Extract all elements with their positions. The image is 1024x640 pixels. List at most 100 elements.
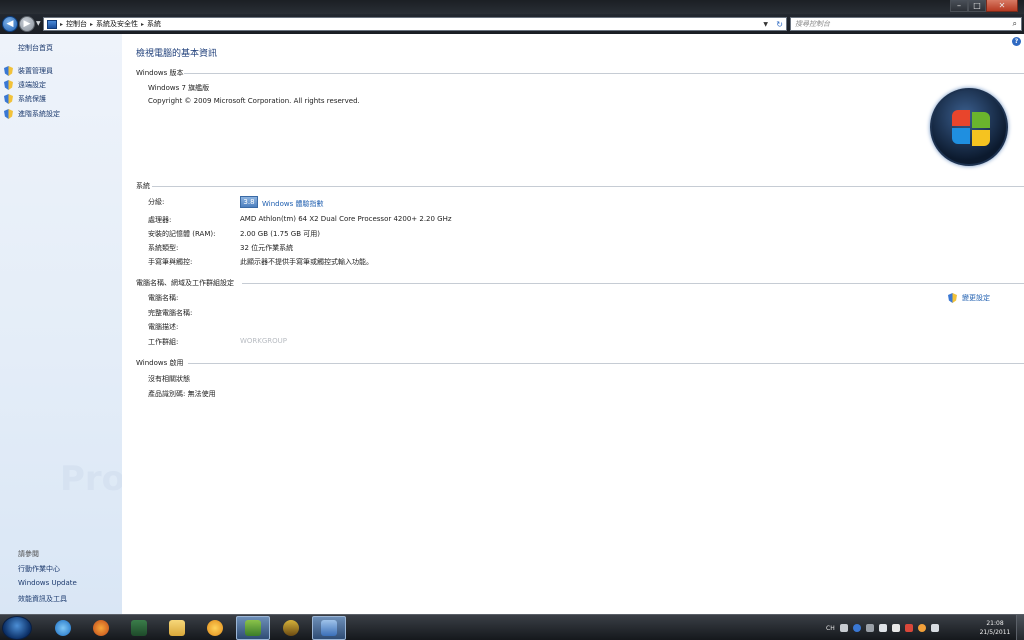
section-divider <box>152 186 1024 187</box>
refresh-icon[interactable]: ↻ <box>776 20 783 29</box>
address-dropdown-icon[interactable]: ▼ <box>763 21 768 28</box>
system-tray: CH <box>826 619 939 637</box>
system-heading: 系統 <box>136 182 150 190</box>
control-panel-home-link[interactable]: 控制台首頁 <box>18 43 53 53</box>
taskbar-control-panel[interactable] <box>312 616 346 640</box>
forward-button[interactable]: ▶ <box>19 16 35 32</box>
search-icon[interactable]: ⌕ <box>1013 19 1017 29</box>
start-button[interactable] <box>2 616 32 640</box>
search-box[interactable]: ⌕ <box>790 17 1022 31</box>
taskbar-firefox[interactable] <box>84 616 118 640</box>
address-bar[interactable]: ▸ 控制台 ▸ 系統及安全性 ▸ 系統 ▼ ↻ <box>43 17 787 31</box>
flag-icon[interactable] <box>904 624 913 632</box>
system-type-label: 系統類型: <box>148 244 179 252</box>
firefox-icon <box>93 620 109 636</box>
breadcrumb-system[interactable]: 系統 <box>147 19 161 29</box>
experience-index-link[interactable]: Windows 體驗指數 <box>262 199 323 209</box>
control-panel-icon <box>47 19 57 29</box>
section-divider <box>242 283 1024 284</box>
taskbar-app-active[interactable] <box>236 616 270 640</box>
search-input[interactable] <box>795 20 995 28</box>
smiley-icon <box>207 620 223 636</box>
workgroup-label: 工作群組: <box>148 338 179 346</box>
window-titlebar: – □ ✕ <box>0 0 1024 14</box>
taskbar-app[interactable] <box>274 616 308 640</box>
task-label: 系統保護 <box>18 95 46 103</box>
maximize-button[interactable]: □ <box>968 0 986 12</box>
network-icon[interactable] <box>878 624 887 632</box>
uac-shield-icon <box>4 109 13 119</box>
uac-shield-icon <box>4 66 13 76</box>
task-advanced-system-settings[interactable]: 進階系統設定 <box>4 109 60 119</box>
chevron-right-icon[interactable]: ▸ <box>90 21 93 28</box>
breadcrumb-system-security[interactable]: 系統及安全性 <box>96 19 138 29</box>
recent-pages-dropdown-icon[interactable]: ▼ <box>36 20 41 27</box>
task-device-manager[interactable]: 裝置管理員 <box>4 66 53 76</box>
pen-touch-label: 手寫筆與觸控: <box>148 258 193 266</box>
taskbar-explorer[interactable] <box>160 616 194 640</box>
tray-overflow-icon[interactable] <box>865 624 874 632</box>
chevron-right-icon[interactable]: ▸ <box>60 21 63 28</box>
monitor-icon <box>131 620 147 636</box>
close-button[interactable]: ✕ <box>986 0 1018 12</box>
clock-time: 21:08 <box>986 620 1004 627</box>
activation-heading: Windows 啟用 <box>136 359 184 367</box>
task-label: 遠端設定 <box>18 81 46 89</box>
computer-name-label: 電腦名稱: <box>148 294 179 302</box>
internet-explorer-icon <box>55 620 71 636</box>
rating-label: 分級: <box>148 198 165 206</box>
copyright-text: Copyright © 2009 Microsoft Corporation. … <box>148 97 360 105</box>
ram-label: 安裝的記憶體 (RAM): <box>148 230 216 238</box>
minimize-button[interactable]: – <box>950 0 968 12</box>
change-settings-label: 變更設定 <box>962 294 990 302</box>
input-language-indicator[interactable]: CH <box>826 625 835 632</box>
show-desktop-button[interactable] <box>1016 615 1024 640</box>
activation-status: 沒有相關狀態 <box>148 375 190 383</box>
performance-info-link[interactable]: 效能資訊及工具 <box>18 594 67 604</box>
task-label: 進階系統設定 <box>18 110 60 118</box>
system-type-value: 32 位元作業系統 <box>240 244 294 252</box>
volume-icon[interactable] <box>891 624 900 632</box>
product-id: 產品識別碼: 無法使用 <box>148 390 216 398</box>
taskbar-app[interactable] <box>122 616 156 640</box>
window-controls: – □ ✕ <box>950 0 1018 12</box>
page-title: 檢視電腦的基本資訊 <box>136 49 218 59</box>
app-icon <box>245 620 261 636</box>
processor-label: 處理器: <box>148 216 172 224</box>
action-center-link[interactable]: 行動作業中心 <box>18 564 60 574</box>
help-icon[interactable]: ? <box>1012 37 1021 46</box>
help-tray-icon[interactable] <box>852 624 861 632</box>
left-pane-watermark: Pro <box>60 459 126 499</box>
uac-shield-icon <box>4 94 13 104</box>
main-content: ? 檢視電腦的基本資訊 Windows 版本 Windows 7 旗艦版 Cop… <box>122 34 1024 614</box>
processor-value: AMD Athlon(tm) 64 X2 Dual Core Processor… <box>240 215 452 223</box>
computer-name-heading: 電腦名稱、網域及工作群組設定 <box>136 279 234 287</box>
navigation-bar: ◀ ▶ ▼ ▸ 控制台 ▸ 系統及安全性 ▸ 系統 ▼ ↻ ⌕ <box>0 14 1024 34</box>
workgroup-value: WORKGROUP <box>240 337 288 345</box>
control-panel-icon <box>321 620 337 636</box>
taskbar-messenger[interactable] <box>198 616 232 640</box>
keyboard-icon[interactable] <box>839 624 848 632</box>
ram-value: 2.00 GB (1.75 GB 可用) <box>240 230 320 238</box>
taskbar-clock[interactable]: 21:08 21/5/2011 <box>975 619 1015 637</box>
full-computer-name-label: 完整電腦名稱: <box>148 309 193 317</box>
task-system-protection[interactable]: 系統保護 <box>4 94 46 104</box>
taskbar-internet-explorer[interactable] <box>46 616 80 640</box>
uac-shield-icon <box>4 80 13 90</box>
windows-logo-icon <box>930 88 1008 166</box>
taskbar: CH 21:08 21/5/2011 <box>0 614 1024 640</box>
windows-update-link[interactable]: Windows Update <box>18 579 77 587</box>
battery-icon[interactable] <box>930 624 939 632</box>
task-remote-settings[interactable]: 遠端設定 <box>4 80 46 90</box>
back-button[interactable]: ◀ <box>2 16 18 32</box>
task-label: 裝置管理員 <box>18 67 53 75</box>
uac-shield-icon <box>948 293 957 303</box>
chevron-right-icon[interactable]: ▸ <box>141 21 144 28</box>
experience-index-badge[interactable]: 3.8 <box>240 196 258 208</box>
breadcrumb-control-panel[interactable]: 控制台 <box>66 19 87 29</box>
game-icon <box>283 620 299 636</box>
change-settings-link[interactable]: 變更設定 <box>948 293 990 303</box>
windows-edition: Windows 7 旗艦版 <box>148 84 210 92</box>
pen-touch-value: 此顯示器不提供手寫筆或觸控式輸入功能。 <box>240 258 373 266</box>
antivirus-icon[interactable] <box>917 624 926 632</box>
